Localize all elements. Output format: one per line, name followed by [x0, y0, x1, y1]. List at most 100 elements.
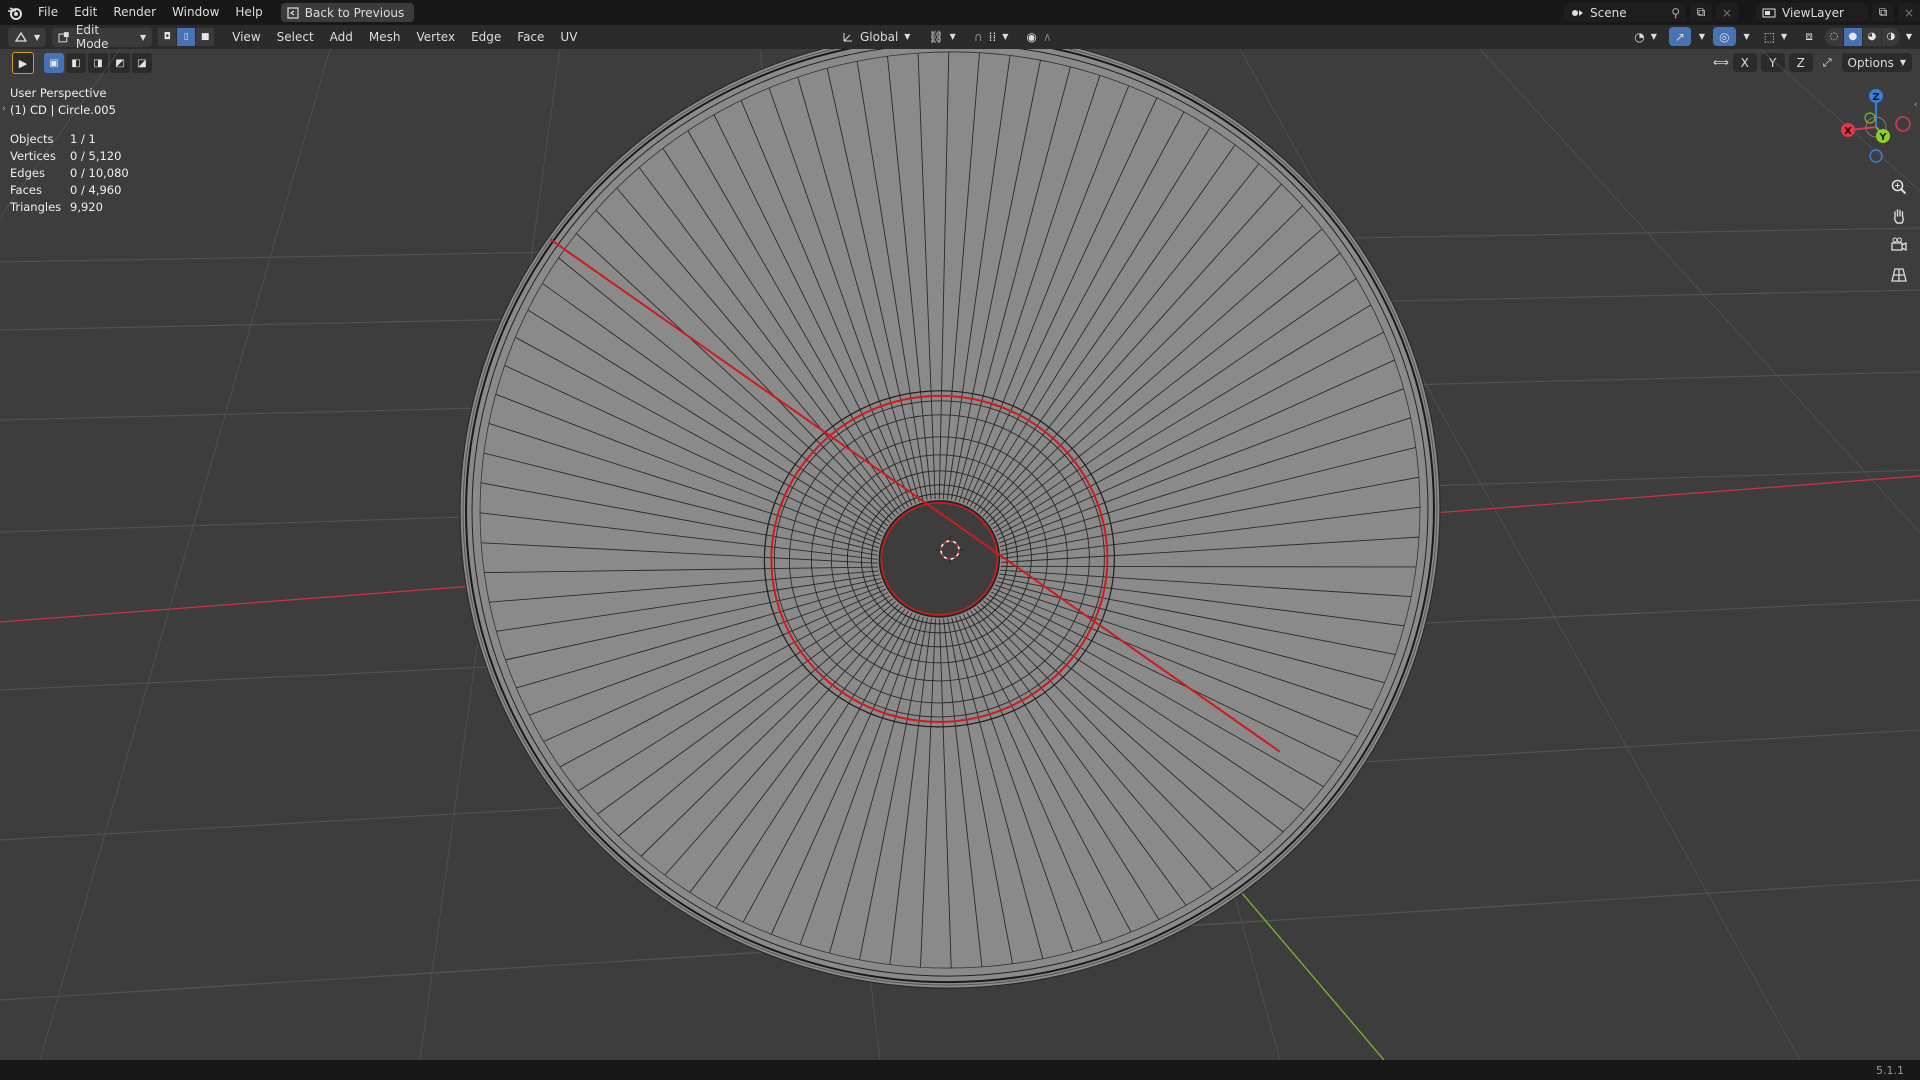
- view-layer-name: ViewLayer: [1782, 5, 1844, 20]
- solid-icon: ●: [1848, 31, 1858, 42]
- stats-row: Faces 0 / 4,960: [10, 182, 129, 199]
- pin-icon[interactable]: ⚲: [1671, 6, 1680, 20]
- solid-shading-button[interactable]: ●: [1843, 27, 1862, 46]
- stats-value: 0 / 10,080: [70, 166, 129, 180]
- chevron-down-icon: ▼: [34, 32, 41, 42]
- active-object-label: (1) CD | Circle.005: [10, 103, 116, 117]
- edit-mode-icon: [58, 32, 69, 43]
- menu-select[interactable]: Select: [269, 30, 322, 44]
- gizmo-dropdown[interactable]: ▼: [1696, 27, 1708, 46]
- menu-vertex[interactable]: Vertex: [409, 30, 464, 44]
- rendered-shading-button[interactable]: ◑: [1881, 27, 1900, 46]
- face-select-button[interactable]: ■: [196, 28, 215, 46]
- gizmo-x-negative[interactable]: [1895, 116, 1911, 132]
- mesh-overlay-toggle[interactable]: ⬚ ▼: [1757, 27, 1794, 46]
- magnet-icon: ∩: [973, 29, 983, 44]
- perspective-label: User Perspective: [10, 86, 107, 100]
- chevron-down-icon: ▼: [904, 32, 911, 41]
- material-icon: ◕: [1867, 31, 1877, 42]
- xray-icon: ⧈: [1805, 29, 1813, 43]
- sidebar-expand-icon[interactable]: ›: [2, 104, 6, 114]
- editor-type-icon: [14, 31, 28, 42]
- visibility-selector[interactable]: ◔ ▼: [1628, 27, 1663, 46]
- overlay-dropdown[interactable]: ▼: [1741, 27, 1752, 46]
- stats-row: Objects 1 / 1: [10, 131, 129, 148]
- scene-statistics: Objects 1 / 1 Vertices 0 / 5,120 Edges 0 / …: [10, 131, 129, 216]
- menu-mesh[interactable]: Mesh: [361, 30, 409, 44]
- mode-label: Edit Mode: [75, 23, 109, 51]
- chevron-down-icon: ▼: [1743, 32, 1750, 41]
- gizmo-icon: ↗: [1674, 29, 1685, 44]
- material-shading-button[interactable]: ◕: [1862, 27, 1881, 46]
- proportional-edit-toggle[interactable]: ◉ ∧: [1020, 27, 1058, 46]
- n-panel-toggle-icon[interactable]: ‹: [1914, 100, 1920, 110]
- pan-button[interactable]: [1888, 205, 1910, 227]
- menu-render[interactable]: Render: [105, 0, 164, 25]
- menu-uv[interactable]: UV: [552, 30, 585, 44]
- stats-label: Triangles: [10, 200, 62, 214]
- wireframe-shading-button[interactable]: ◌: [1824, 27, 1843, 46]
- new-scene-button[interactable]: ⧉: [1690, 3, 1712, 22]
- face-select-icon: ■: [200, 32, 210, 42]
- shading-mode-group: ◌ ● ◕ ◑: [1824, 27, 1900, 46]
- overlay-toggle[interactable]: ◎: [1713, 27, 1736, 46]
- menu-edit[interactable]: Edit: [66, 0, 105, 25]
- perspective-toggle-button[interactable]: [1888, 264, 1910, 286]
- proportional-icon: ◉: [1026, 29, 1037, 44]
- vertex-select-icon: ◘: [163, 32, 171, 42]
- camera-view-button[interactable]: [1888, 234, 1910, 256]
- menu-help[interactable]: Help: [227, 0, 270, 25]
- gizmo-z-negative[interactable]: [1869, 149, 1883, 163]
- stats-label: Vertices: [10, 149, 56, 163]
- 3d-viewport[interactable]: [0, 49, 1920, 1060]
- status-bar: 5.1.1: [0, 1060, 1920, 1080]
- viewport-info: User Perspective (1) CD | Circle.005: [10, 85, 116, 119]
- blender-logo-icon[interactable]: [0, 0, 30, 25]
- viewport-shading-controls: ◔ ▼ ↗ ▼ ◎ ▼ ⬚ ▼ ⧈ ◌ ● ◕ ◑ ▼: [1628, 27, 1912, 46]
- back-icon: [287, 6, 299, 19]
- delete-scene-button[interactable]: ×: [1716, 3, 1738, 22]
- menu-file[interactable]: File: [30, 0, 66, 25]
- orientation-icon: [843, 32, 852, 41]
- menu-view[interactable]: View: [224, 30, 268, 44]
- scene-selector[interactable]: Scene ⚲: [1564, 3, 1686, 22]
- zoom-icon: [1891, 179, 1907, 195]
- back-to-previous-button[interactable]: Back to Previous: [280, 3, 415, 22]
- xray-toggle[interactable]: ⧈: [1799, 27, 1819, 46]
- menu-window[interactable]: Window: [164, 0, 227, 25]
- new-view-layer-button[interactable]: ⧉: [1872, 3, 1894, 22]
- snap-toggle[interactable]: ∩ ⁞⁞ ▼: [967, 27, 1015, 46]
- chevron-down-icon: ▼: [1781, 32, 1788, 41]
- gizmo-toggle[interactable]: ↗: [1668, 27, 1691, 46]
- overlay-icon: ◎: [1719, 29, 1730, 44]
- falloff-icon: ∧: [1042, 29, 1052, 44]
- edge-select-icon: ▯: [183, 32, 189, 42]
- viewport-header: ▼ Edit Mode ▼ ◘ ▯ ■ View Select Add Mesh…: [0, 23, 1920, 51]
- chevron-down-icon: ▼: [140, 32, 147, 42]
- snap-grid-icon: ⁞⁞: [988, 29, 997, 44]
- mesh-edit-icon: ⬚: [1763, 29, 1776, 44]
- view-layer-selector[interactable]: ViewLayer: [1756, 3, 1868, 22]
- menu-face[interactable]: Face: [509, 30, 552, 44]
- close-icon: ×: [1721, 5, 1733, 20]
- vertex-select-button[interactable]: ◘: [158, 28, 177, 46]
- orientation-selector[interactable]: Global ▼: [836, 27, 917, 46]
- chevron-down-icon: ▼: [1002, 32, 1009, 41]
- cd-mesh: [459, 49, 1441, 989]
- gizmo-y-negative[interactable]: [1864, 112, 1876, 124]
- menu-add[interactable]: Add: [322, 30, 361, 44]
- scene-icon: [1572, 9, 1583, 16]
- mode-selector[interactable]: Edit Mode ▼: [52, 23, 153, 51]
- chevron-down-icon[interactable]: ▼: [1906, 32, 1912, 41]
- top-right-group: Scene ⚲ ⧉ × ViewLayer ⧉ ×: [1564, 0, 1920, 25]
- navigation-gizmo[interactable]: Z Y X: [1830, 82, 1920, 172]
- zoom-button[interactable]: [1888, 176, 1910, 198]
- menu-edge[interactable]: Edge: [463, 30, 509, 44]
- view-layer-icon: [1762, 8, 1776, 17]
- stats-row: Vertices 0 / 5,120: [10, 148, 129, 165]
- delete-view-layer-button[interactable]: ×: [1898, 3, 1920, 22]
- pivot-selector[interactable]: ⛓ ▼: [922, 27, 962, 46]
- orientation-label: Global: [860, 29, 899, 44]
- edge-select-button[interactable]: ▯: [177, 28, 196, 46]
- editor-type-selector[interactable]: ▼: [8, 27, 47, 47]
